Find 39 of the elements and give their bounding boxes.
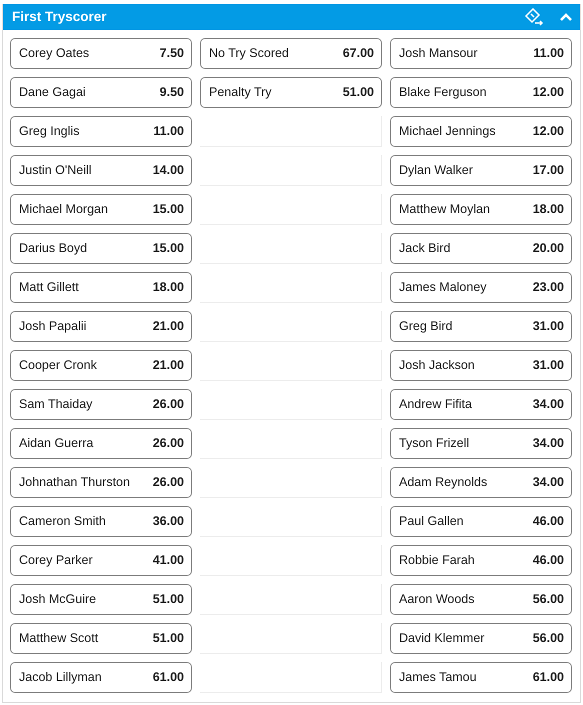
selection-button[interactable]: Jack Bird 20.00 (390, 233, 572, 264)
selection-button[interactable]: Cameron Smith 36.00 (10, 506, 192, 537)
selection-button[interactable]: Aidan Guerra 26.00 (10, 428, 192, 459)
selection-button[interactable]: Matthew Scott 51.00 (10, 623, 192, 654)
selection-button[interactable]: Johnathan Thurston 26.00 (10, 467, 192, 498)
selection-button[interactable]: Greg Bird 31.00 (390, 311, 572, 342)
selection-button[interactable]: Josh Jackson 31.00 (390, 350, 572, 381)
bet-slip-icon[interactable] (524, 8, 544, 26)
selection-button[interactable]: Matthew Moylan 18.00 (390, 194, 572, 225)
selection-button[interactable]: Aaron Woods 56.00 (390, 584, 572, 615)
selection-button[interactable]: Dane Gagai 9.50 (10, 77, 192, 108)
selection-button[interactable]: James Tamou 61.00 (390, 662, 572, 693)
selection-button[interactable]: David Klemmer 56.00 (390, 623, 572, 654)
selection-button[interactable]: Tyson Frizell 34.00 (390, 428, 572, 459)
selection-button[interactable]: Dylan Walker 17.00 (390, 155, 572, 186)
selection-button[interactable]: Adam Reynolds 34.00 (390, 467, 572, 498)
selection-button[interactable]: James Maloney 23.00 (390, 272, 572, 303)
market-title: First Tryscorer (12, 8, 107, 26)
selection-button[interactable]: Blake Ferguson 12.00 (390, 77, 572, 108)
selection-button[interactable]: Andrew Fifita 34.00 (390, 389, 572, 420)
selection-button[interactable]: Robbie Farah 46.00 (390, 545, 572, 576)
collapse-icon[interactable] (560, 12, 572, 22)
selection-button[interactable]: Corey Parker 41.00 (10, 545, 192, 576)
selection-button[interactable]: Michael Morgan 15.00 (10, 194, 192, 225)
selection-button[interactable]: Josh McGuire 51.00 (10, 584, 192, 615)
selection-button[interactable]: Jacob Lillyman 61.00 (10, 662, 192, 693)
selection-button[interactable]: Corey Oates 7.50 (10, 38, 192, 69)
selection-button[interactable]: Justin O'Neill 14.00 (10, 155, 192, 186)
selection-button[interactable]: Darius Boyd 15.00 (10, 233, 192, 264)
selection-button[interactable]: Penalty Try 51.00 (200, 77, 382, 108)
selection-button[interactable]: Josh Papalii 21.00 (10, 311, 192, 342)
selection-button[interactable]: Matt Gillett 18.00 (10, 272, 192, 303)
selection-button[interactable]: No Try Scored 67.00 (200, 38, 382, 69)
selection-button[interactable]: Paul Gallen 46.00 (390, 506, 572, 537)
selection-button[interactable]: Cooper Cronk 21.00 (10, 350, 192, 381)
selection-button[interactable]: Michael Jennings 12.00 (390, 116, 572, 147)
selection-button[interactable]: Sam Thaiday 26.00 (10, 389, 192, 420)
selection-button[interactable]: Josh Mansour 11.00 (390, 38, 572, 69)
selection-button[interactable]: Greg Inglis 11.00 (10, 116, 192, 147)
